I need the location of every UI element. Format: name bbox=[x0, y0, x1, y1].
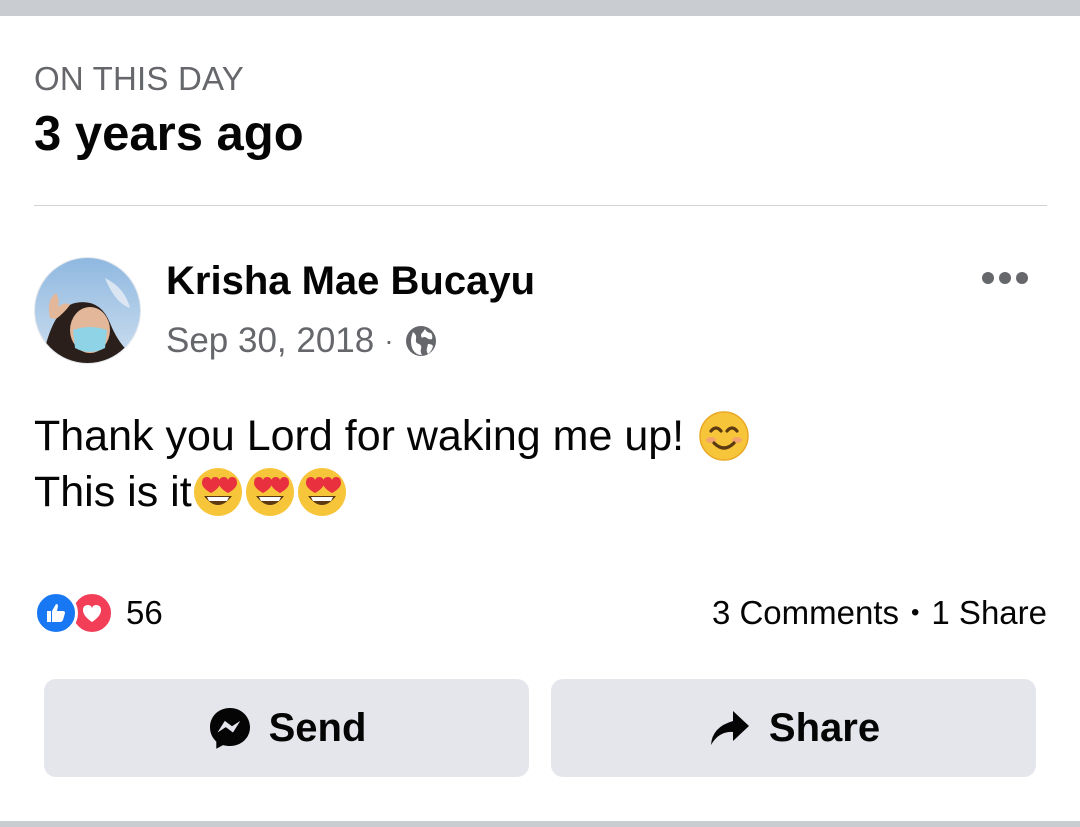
top-separator-bar bbox=[0, 0, 1080, 16]
post-meta: Sep 30, 2018 · bbox=[166, 320, 438, 362]
share-label: Share bbox=[768, 705, 881, 750]
more-dot bbox=[999, 272, 1011, 284]
smiling-face-with-heart-eyes-icon bbox=[244, 466, 296, 518]
engagement-stats: 3 Comments • 1 Share bbox=[712, 593, 1047, 633]
post-line-1-text: Thank you Lord for waking me up! bbox=[34, 412, 685, 460]
more-options-icon[interactable] bbox=[980, 265, 1030, 291]
avatar[interactable] bbox=[34, 257, 141, 364]
smiling-face-with-heart-eyes-icon bbox=[192, 466, 244, 518]
reaction-count: 56 bbox=[126, 594, 163, 631]
reactions-summary[interactable]: 56 bbox=[34, 591, 163, 635]
post-line-2-text: This is it bbox=[34, 468, 192, 516]
globe-icon bbox=[404, 324, 438, 358]
more-dot bbox=[1016, 272, 1028, 284]
stats-separator: • bbox=[911, 599, 920, 626]
author-name[interactable]: Krisha Mae Bucayu bbox=[166, 259, 535, 304]
divider bbox=[34, 205, 1047, 206]
post-text-line-1: Thank you Lord for waking me up! bbox=[34, 408, 750, 464]
post-date[interactable]: Sep 30, 2018 bbox=[166, 321, 374, 361]
more-dot bbox=[982, 272, 994, 284]
memory-title: 3 years ago bbox=[34, 107, 304, 161]
share-arrow-icon bbox=[707, 705, 753, 751]
comments-count-link[interactable]: 3 Comments bbox=[712, 594, 899, 632]
send-button[interactable]: Send bbox=[44, 679, 529, 777]
messenger-icon bbox=[207, 705, 253, 751]
smiling-face-with-smiling-eyes-icon bbox=[698, 410, 750, 462]
meta-separator: · bbox=[384, 325, 394, 356]
send-label: Send bbox=[268, 705, 367, 750]
bottom-separator-bar bbox=[0, 821, 1080, 827]
post-text: Thank you Lord for waking me up! This is… bbox=[34, 408, 750, 520]
post-text-line-2: This is it bbox=[34, 464, 750, 520]
share-button[interactable]: Share bbox=[551, 679, 1036, 777]
like-icon bbox=[34, 591, 78, 635]
shares-count-link[interactable]: 1 Share bbox=[931, 594, 1047, 632]
memory-label: ON THIS DAY bbox=[34, 60, 245, 97]
smiling-face-with-heart-eyes-icon bbox=[296, 466, 348, 518]
